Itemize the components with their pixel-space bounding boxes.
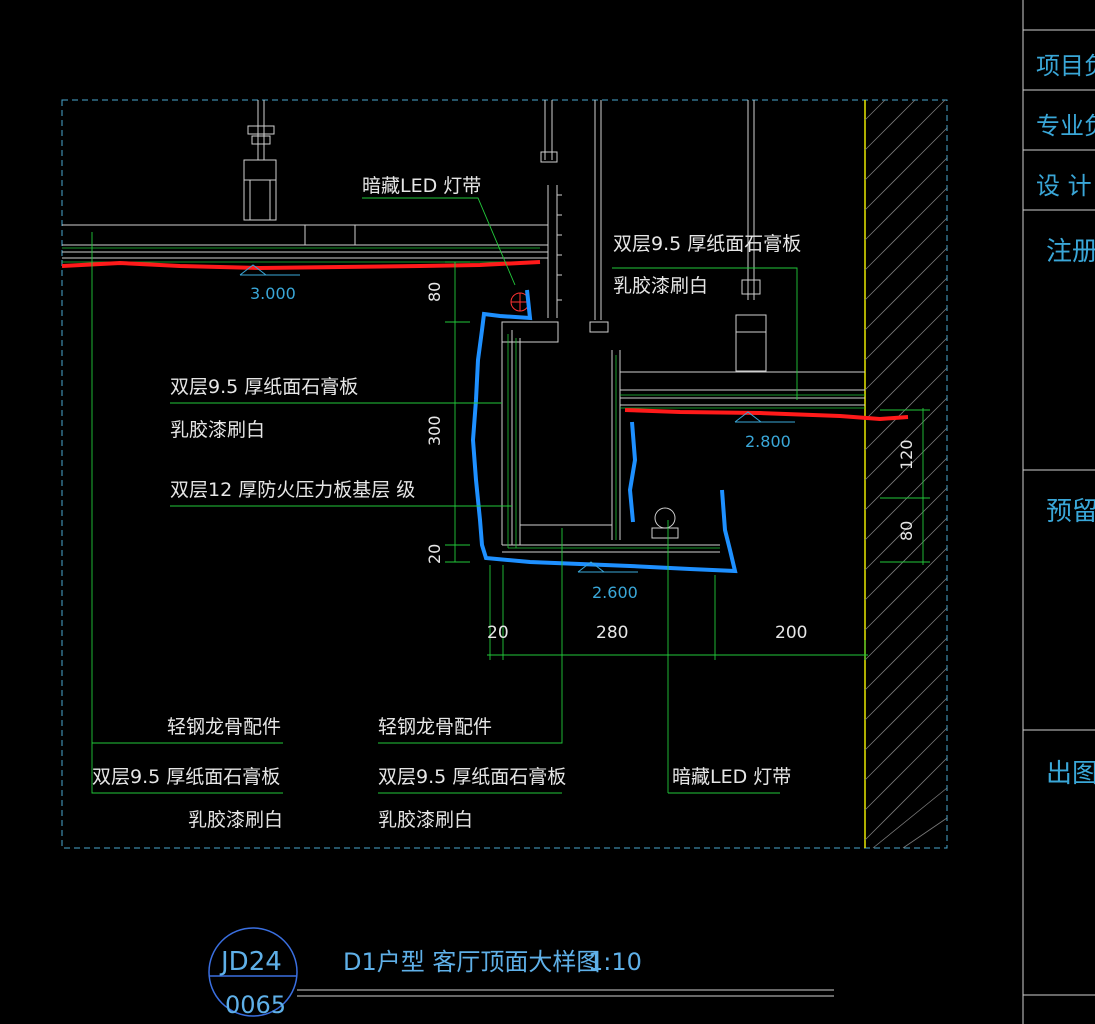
dim-v120-right: 120 (897, 439, 916, 470)
drawing-scale: 1:10 (588, 948, 642, 976)
led-fixture-bottom (651, 507, 679, 539)
cad-drawing-canvas: 暗藏LED 灯带 双层9.5 厚纸面石膏板 乳胶漆刷白 双层9.5 厚纸面石膏板… (61, 0, 1095, 1024)
panel-row-design: 设 计 (1036, 172, 1092, 200)
callout-board-mid-2: 乳胶漆刷白 (170, 419, 265, 441)
drawing-title: D1户型 客厅顶面大样图 (343, 948, 600, 976)
callout-bm-board: 双层9.5 厚纸面石膏板 (378, 765, 566, 788)
title-block: JD24 0065 D1户型 客厅顶面大样图 1:10 (208, 927, 834, 1019)
level-3000: 3.000 (250, 284, 296, 303)
panel-row-discipline-lead: 专业负 (1036, 112, 1095, 140)
callout-bl-keel: 轻钢龙骨配件 (167, 716, 281, 738)
callout-board-mid-1: 双层9.5 厚纸面石膏板 (170, 375, 358, 398)
callout-board-tr-1: 双层9.5 厚纸面石膏板 (613, 232, 801, 255)
dim-h280: 280 (596, 623, 628, 643)
sheet-number: 0065 (225, 991, 286, 1019)
callout-led-top: 暗藏LED 灯带 (362, 175, 481, 197)
panel-row-register: 注册 (1046, 237, 1095, 267)
dim-v80-right: 80 (897, 521, 916, 541)
callout-bm-paint: 乳胶漆刷白 (378, 809, 473, 831)
panel-row-reserve: 预留 (1046, 497, 1095, 527)
callout-board-tr-2: 乳胶漆刷白 (613, 275, 708, 297)
dim-v80-left: 80 (425, 282, 444, 302)
level-2600: 2.600 (592, 583, 638, 602)
callout-fire-board: 双层12 厚防火压力板基层 级 (170, 479, 415, 501)
panel-row-issue: 出图 (1046, 759, 1095, 789)
upper-ceiling (62, 224, 548, 259)
callout-bl-board: 双层9.5 厚纸面石膏板 (92, 765, 280, 788)
dim-h200: 200 (775, 623, 807, 643)
drop-section (501, 100, 720, 553)
level-2800: 2.800 (745, 432, 791, 451)
callout-bl-paint: 乳胶漆刷白 (188, 809, 283, 831)
panel-row-project-lead: 项目负 (1036, 52, 1095, 80)
dim-v300: 300 (425, 415, 444, 446)
callout-led-bottom: 暗藏LED 灯带 (672, 766, 791, 788)
callout-bm-keel: 轻钢龙骨配件 (378, 716, 492, 738)
hanger-left (243, 100, 277, 221)
cove-outline-inner (627, 421, 638, 523)
wall-hatch (864, 99, 948, 849)
dim-h20: 20 (487, 623, 509, 643)
ceiling-face-upper (61, 260, 541, 271)
dim-v20: 20 (425, 544, 444, 564)
sheet-code: JD24 (219, 947, 282, 977)
